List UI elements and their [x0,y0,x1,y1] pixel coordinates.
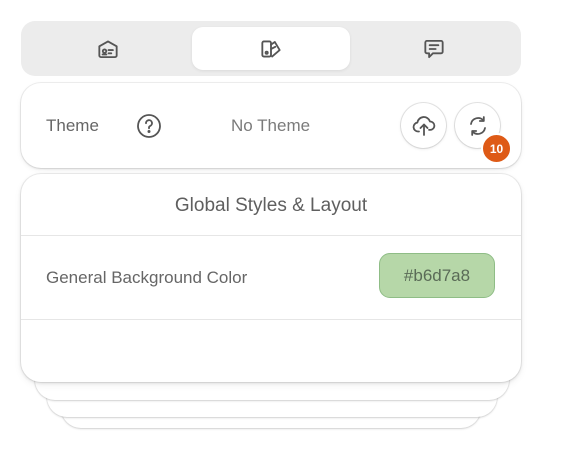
tab-settings[interactable] [29,27,187,70]
section-title: Global Styles & Layout [21,174,521,236]
cloud-upload-icon [412,115,435,136]
global-styles-card: Global Styles & Layout General Backgroun… [21,174,521,382]
upload-theme-button[interactable] [401,103,446,148]
theme-palette-icon [261,39,281,58]
tab-theme[interactable] [192,27,350,70]
refresh-sync-icon [469,115,486,136]
settings-card-icon [98,39,118,58]
setting-label: General Background Color [46,268,248,287]
setting-row-background-color: General Background Color #b6d7a8 [21,236,521,320]
theme-value: No Theme [231,116,311,135]
help-circle-icon[interactable] [136,113,162,139]
color-swatch-button[interactable]: #b6d7a8 [379,253,495,298]
tab-messages[interactable] [355,27,513,70]
theme-label: Theme [46,116,99,135]
notification-badge: 10 [481,133,512,164]
tab-bar [21,21,521,76]
theme-card: Theme No Theme [21,83,521,168]
chat-bubble-icon [424,39,444,58]
